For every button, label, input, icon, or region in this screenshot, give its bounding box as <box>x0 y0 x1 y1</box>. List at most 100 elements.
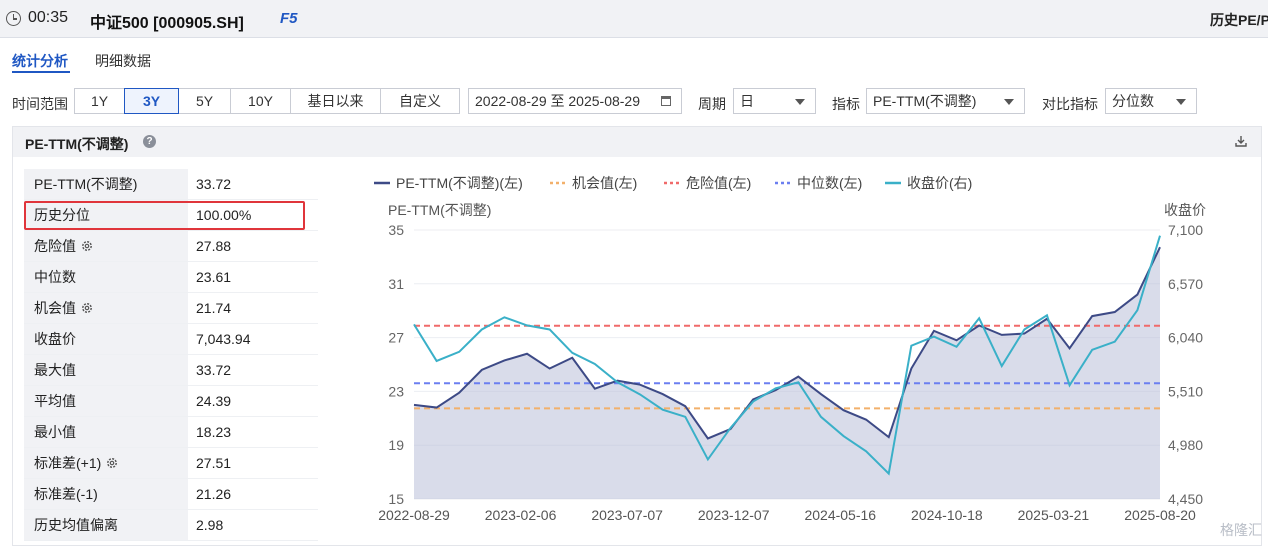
percentile-highlight-box <box>24 201 305 230</box>
calendar-icon <box>661 96 671 106</box>
range-label: 时间范围 <box>12 96 68 112</box>
clock-time: 00:35 <box>28 9 69 26</box>
top-bar: 00:35 中证500 [000905.SH] F5 历史PE/P <box>0 0 1268 38</box>
compare-value: 分位数 <box>1112 93 1154 109</box>
range-5y-button[interactable]: 5Y <box>178 88 231 114</box>
stats-row: 中位数 23.61 <box>24 262 318 293</box>
watermark-logo: 格隆汇 <box>1220 522 1262 538</box>
security-title: 中证500 [000905.SH] <box>90 15 244 32</box>
stats-row: 标准差(+1) 27.51 <box>24 448 318 479</box>
legend-label: 机会值(左) <box>572 175 637 191</box>
stats-key-label: 中位数 <box>34 269 76 285</box>
stats-key: 历史均值偏离 <box>24 510 188 540</box>
y-right-tick-label: 6,040 <box>1168 330 1203 346</box>
stats-key-label: 收盘价 <box>34 331 76 347</box>
stats-key: 机会值 <box>24 293 188 323</box>
x-tick-label: 2023-02-06 <box>485 507 557 523</box>
stats-row: 危险值 27.88 <box>24 231 318 262</box>
tab-detail-data[interactable]: 明细数据 <box>95 51 151 71</box>
filter-controls: 时间范围 1Y 3Y 5Y 10Y 基日以来 自定义 2022-08-29 至 … <box>0 88 1268 116</box>
x-tick-label: 2024-10-18 <box>911 507 983 523</box>
chevron-down-icon <box>1176 99 1186 105</box>
gear-icon[interactable] <box>80 239 94 253</box>
y-left-tick-label: 31 <box>388 276 404 292</box>
tab-statistics[interactable]: 统计分析 <box>12 51 68 71</box>
panel-header: PE-TTM(不调整) ? <box>13 127 1261 157</box>
legend-label: 中位数(左) <box>797 175 862 191</box>
stats-value: 27.88 <box>196 238 232 254</box>
period-value: 日 <box>740 93 754 109</box>
legend-label: 收盘价(右) <box>907 175 972 191</box>
download-icon[interactable] <box>1235 135 1247 147</box>
stats-value: 23.61 <box>196 269 232 285</box>
stats-key: 平均值 <box>24 386 188 416</box>
stats-value: 18.23 <box>196 424 232 440</box>
stats-key-label: PE-TTM(不调整) <box>34 176 138 192</box>
y-left-tick-label: 23 <box>388 383 404 399</box>
x-tick-label: 2023-07-07 <box>591 507 663 523</box>
range-1y-button[interactable]: 1Y <box>74 88 125 114</box>
range-since-base-button[interactable]: 基日以来 <box>290 88 381 114</box>
y-right-tick-label: 4,980 <box>1168 437 1203 453</box>
x-tick-label: 2025-08-20 <box>1124 507 1196 523</box>
chevron-down-icon <box>795 99 805 105</box>
stats-key: 中位数 <box>24 262 188 292</box>
active-tab-indicator <box>12 71 70 73</box>
stats-value: 27.51 <box>196 455 232 471</box>
stats-key-label: 机会值 <box>34 300 76 316</box>
range-3y-button[interactable]: 3Y <box>124 88 179 114</box>
stats-key-label: 标准差(-1) <box>34 486 98 502</box>
stats-row: 标准差(-1) 21.26 <box>24 479 318 510</box>
f5-refresh-button[interactable]: F5 <box>280 10 298 27</box>
stats-row: 历史均值偏离 2.98 <box>24 510 318 541</box>
legend-label: PE-TTM(不调整)(左) <box>396 175 523 191</box>
y-left-tick-label: 35 <box>388 222 404 238</box>
stats-value: 7,043.94 <box>196 331 251 347</box>
x-tick-label: 2022-08-29 <box>378 507 450 523</box>
stats-row: 平均值 24.39 <box>24 386 318 417</box>
stats-key: 最小值 <box>24 417 188 447</box>
x-tick-label: 2024-05-16 <box>804 507 876 523</box>
period-select[interactable]: 日 <box>733 88 816 114</box>
gear-icon[interactable] <box>80 301 94 315</box>
y-right-tick-label: 4,450 <box>1168 491 1203 507</box>
x-tick-label: 2025-03-21 <box>1018 507 1090 523</box>
panel-title: PE-TTM(不调整) <box>25 136 129 152</box>
stats-row: 最小值 18.23 <box>24 417 318 448</box>
range-custom-button[interactable]: 自定义 <box>380 88 460 114</box>
pe-area <box>414 247 1160 499</box>
y-left-tick-label: 27 <box>388 330 404 346</box>
stats-key-label: 平均值 <box>34 393 76 409</box>
stats-key: 危险值 <box>24 231 188 261</box>
stats-row: 机会值 21.74 <box>24 293 318 324</box>
chevron-down-icon <box>1004 99 1014 105</box>
stats-key: 标准差(-1) <box>24 479 188 509</box>
gear-icon[interactable] <box>105 456 119 470</box>
help-icon[interactable]: ? <box>143 135 156 148</box>
date-range-picker[interactable]: 2022-08-29 至 2025-08-29 <box>468 88 682 114</box>
window-title: 历史PE/P <box>1210 12 1268 28</box>
stats-key: 收盘价 <box>24 324 188 354</box>
stats-key: 标准差(+1) <box>24 448 188 478</box>
tab-bar: 统计分析 明细数据 <box>0 40 1268 76</box>
compare-select[interactable]: 分位数 <box>1105 88 1197 114</box>
stats-value: 33.72 <box>196 362 232 378</box>
indicator-label: 指标 <box>832 96 860 112</box>
y-right-tick-label: 6,570 <box>1168 276 1203 292</box>
y-left-tick-label: 15 <box>388 491 404 507</box>
stats-value: 24.39 <box>196 393 232 409</box>
stats-row: 最大值 33.72 <box>24 355 318 386</box>
stats-key-label: 历史均值偏离 <box>34 517 118 533</box>
indicator-value: PE-TTM(不调整) <box>873 93 977 109</box>
pe-chart: 35 7,100 31 6,570 27 6,040 23 5,510 19 4,980 15 4,4… <box>374 175 1206 523</box>
x-tick-label: 2023-12-07 <box>698 507 770 523</box>
y-left-axis-title: PE-TTM(不调整) <box>388 202 491 218</box>
y-right-tick-label: 5,510 <box>1168 383 1203 399</box>
stats-key-label: 最大值 <box>34 362 76 378</box>
range-10y-button[interactable]: 10Y <box>230 88 291 114</box>
clock-icon <box>6 11 21 26</box>
y-left-tick-label: 19 <box>388 437 404 453</box>
stats-row: PE-TTM(不调整) 33.72 <box>24 169 318 200</box>
period-label: 周期 <box>698 96 726 112</box>
indicator-select[interactable]: PE-TTM(不调整) <box>866 88 1025 114</box>
